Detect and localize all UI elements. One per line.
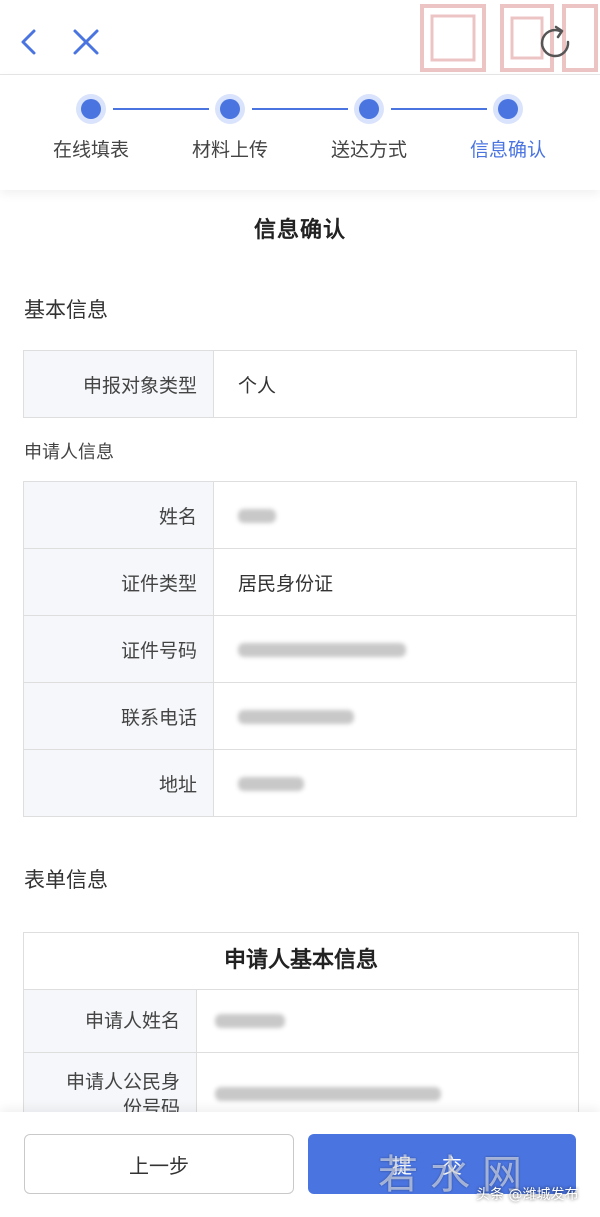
field-value-redacted <box>213 682 577 750</box>
top-nav-bar <box>0 0 600 75</box>
field-label: 地址 <box>23 749 214 817</box>
step-connector <box>391 108 487 110</box>
prev-step-button[interactable]: 上一步 <box>24 1134 294 1194</box>
step-connector <box>252 108 348 110</box>
applicant-info-table: 姓名 证件类型 居民身份证 证件号码 联系电话 地址 <box>23 481 577 817</box>
progress-steps: 在线填表 材料上传 送达方式 信息确认 <box>0 75 600 190</box>
close-icon[interactable] <box>66 22 106 62</box>
field-label: 申报对象类型 <box>23 350 214 418</box>
table-row: 地址 <box>23 749 577 817</box>
field-label: 证件类型 <box>23 548 214 616</box>
refresh-icon[interactable] <box>534 22 578 66</box>
field-value: 个人 <box>213 350 577 418</box>
form-info-table: 申请人基本信息 申请人姓名 申请人公民身份号码 <box>23 932 579 1114</box>
table-row: 证件号码 <box>23 615 577 683</box>
field-label: 申请人姓名 <box>24 990 197 1052</box>
step-label-fill-form: 在线填表 <box>52 139 129 161</box>
table-row: 申报对象类型 个人 <box>23 350 577 418</box>
section-title-basic: 基本信息 <box>24 298 108 322</box>
step-connector <box>113 108 209 110</box>
step-label-confirm: 信息确认 <box>469 139 546 161</box>
step-label-upload: 材料上传 <box>191 139 268 161</box>
field-value-redacted <box>197 990 578 1052</box>
field-label: 申请人公民身份号码 <box>24 1053 197 1113</box>
form-table-title: 申请人基本信息 <box>24 933 578 990</box>
field-value: 居民身份证 <box>213 548 577 616</box>
field-label: 姓名 <box>23 481 214 549</box>
table-row: 申请人公民身份号码 <box>24 1053 578 1113</box>
field-value-redacted <box>213 615 577 683</box>
section-title-form: 表单信息 <box>24 868 108 892</box>
step-dot-3 <box>359 99 379 119</box>
table-row: 联系电话 <box>23 682 577 750</box>
section-title-applicant: 申请人信息 <box>24 442 114 463</box>
step-dot-2 <box>220 99 240 119</box>
chevron-left-icon[interactable] <box>12 22 46 62</box>
table-row: 证件类型 居民身份证 <box>23 548 577 616</box>
step-label-delivery: 送达方式 <box>330 139 407 161</box>
field-value-redacted <box>197 1053 578 1113</box>
field-value-redacted <box>213 481 577 549</box>
step-dot-1 <box>81 99 101 119</box>
basic-info-table: 申报对象类型 个人 <box>23 350 577 418</box>
page-title: 信息确认 <box>253 218 346 243</box>
step-dot-4 <box>498 99 518 119</box>
field-value-redacted <box>213 749 577 817</box>
source-watermark: 头条 @潍城发布 <box>476 1187 579 1203</box>
table-row: 姓名 <box>23 481 577 549</box>
field-label: 联系电话 <box>23 682 214 750</box>
field-label: 证件号码 <box>23 615 214 683</box>
table-row: 申请人姓名 <box>24 990 578 1053</box>
